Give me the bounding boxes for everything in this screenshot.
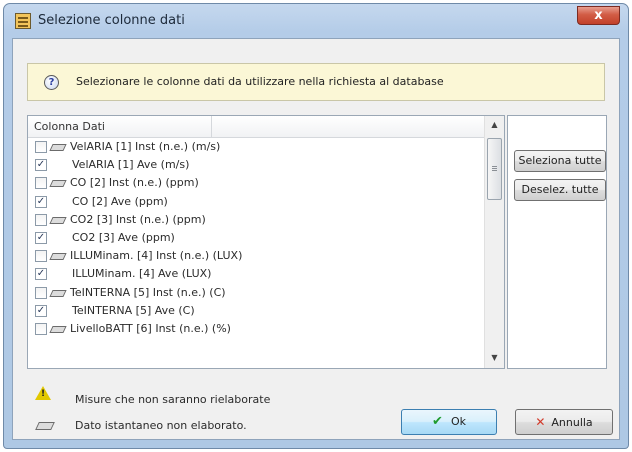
question-icon: ? <box>44 75 59 90</box>
list-item[interactable]: ✓ VelARIA [1] Ave (m/s) <box>28 156 484 174</box>
row-label: ILLUMinam. [4] Inst (n.e.) (LUX) <box>70 249 243 263</box>
row-checkbox[interactable]: ✓ <box>35 231 47 244</box>
dialog-window: Selezione colonne dati x ? Selezionare l… <box>3 3 629 449</box>
cancel-icon: ✕ <box>535 415 546 429</box>
row-label: TeINTERNA [5] Inst (n.e.) (C) <box>70 285 226 299</box>
vertical-scrollbar[interactable]: ▲ ▼ <box>484 116 504 368</box>
row-label: CO2 [3] Inst (n.e.) (ppm) <box>70 212 206 226</box>
row-checkbox[interactable]: ✓ <box>35 195 47 208</box>
row-checkbox[interactable]: ✓ <box>35 159 47 172</box>
cancel-label: Annulla <box>551 416 593 429</box>
scroll-up-icon[interactable]: ▲ <box>487 117 502 132</box>
dialog-content: ? Selezionare le colonne dati da utilizz… <box>12 38 620 440</box>
raw-data-icon <box>49 144 67 151</box>
row-checkbox[interactable] <box>35 322 47 335</box>
title-bar[interactable]: Selezione colonne dati x <box>4 4 628 38</box>
cancel-button[interactable]: ✕ Annulla <box>515 409 613 435</box>
row-label: CO [2] Ave (ppm) <box>72 194 168 208</box>
row-checkbox[interactable] <box>35 141 47 153</box>
list-item[interactable]: ✓ CO2 [3] Ave (ppm) <box>28 229 484 247</box>
scrollbar-thumb[interactable] <box>487 138 502 200</box>
raw-data-icon <box>49 289 67 297</box>
scroll-down-icon[interactable]: ▼ <box>487 350 502 365</box>
row-checkbox[interactable] <box>35 286 47 299</box>
list-item[interactable]: ✓ TeINTERNA [5] Ave (C) <box>28 302 484 320</box>
row-label: VelARIA [1] Ave (m/s) <box>72 158 190 172</box>
raw-data-icon <box>49 180 67 188</box>
row-label: ILLUMinam. [4] Ave (LUX) <box>72 267 212 281</box>
window-title: Selezione colonne dati <box>38 13 185 28</box>
row-checkbox[interactable] <box>35 213 47 226</box>
row-checkbox[interactable] <box>35 250 47 263</box>
select-all-button[interactable]: Seleziona tutte <box>514 150 606 172</box>
table-icon <box>15 13 31 29</box>
columns-list: Colonna Dati VelARIA [1] Inst (n.e.) (m/… <box>27 115 505 369</box>
list-item[interactable]: CO2 [3] Inst (n.e.) (ppm) <box>28 211 484 229</box>
raw-data-icon <box>49 325 67 333</box>
legend-warning-text: Misure che non saranno rielaborate <box>75 393 271 406</box>
list-item[interactable]: LivelloBATT [6] Inst (n.e.) (%) <box>28 320 484 338</box>
row-label: VelARIA [1] Inst (n.e.) (m/s) <box>70 140 221 153</box>
close-button[interactable]: x <box>577 6 620 25</box>
list-item[interactable]: ✓ CO [2] Ave (ppm) <box>28 193 484 211</box>
list-header: Colonna Dati <box>28 116 484 138</box>
list-item[interactable]: CO [2] Inst (n.e.) (ppm) <box>28 174 484 192</box>
ok-button[interactable]: ✔ Ok <box>401 409 497 435</box>
row-label: TeINTERNA [5] Ave (C) <box>72 303 195 317</box>
raw-data-icon <box>49 253 67 261</box>
row-checkbox[interactable] <box>35 177 47 190</box>
legend-raw-text: Dato istantaneo non elaborato. <box>75 419 247 432</box>
row-label: CO2 [3] Ave (ppm) <box>72 230 175 244</box>
selection-buttons-panel: Seleziona tutte Deselez. tutte <box>507 115 607 369</box>
info-bar: ? Selezionare le colonne dati da utilizz… <box>27 63 605 101</box>
row-checkbox[interactable]: ✓ <box>35 304 47 317</box>
list-item[interactable]: ILLUMinam. [4] Inst (n.e.) (LUX) <box>28 247 484 265</box>
raw-data-icon <box>49 216 67 224</box>
raw-data-icon <box>35 422 55 430</box>
deselect-all-button[interactable]: Deselez. tutte <box>514 179 606 201</box>
row-label: LivelloBATT [6] Inst (n.e.) (%) <box>70 321 231 335</box>
row-checkbox[interactable]: ✓ <box>35 268 47 281</box>
warning-mark: ! <box>41 389 46 399</box>
ok-label: Ok <box>450 415 466 428</box>
close-icon: x <box>594 8 603 23</box>
list-body: VelARIA [1] Inst (n.e.) (m/s) ✓ VelARIA [1… <box>28 138 484 368</box>
list-item[interactable]: ✓ ILLUMinam. [4] Ave (LUX) <box>28 265 484 283</box>
column-header[interactable]: Colonna Dati <box>28 116 212 137</box>
info-text: Selezionare le colonne dati da utilizzar… <box>76 75 444 88</box>
row-label: CO [2] Inst (n.e.) (ppm) <box>70 176 199 190</box>
list-item[interactable]: VelARIA [1] Inst (n.e.) (m/s) <box>28 138 484 156</box>
list-item[interactable]: TeINTERNA [5] Inst (n.e.) (C) <box>28 284 484 302</box>
checkmark-icon: ✔ <box>432 414 443 429</box>
